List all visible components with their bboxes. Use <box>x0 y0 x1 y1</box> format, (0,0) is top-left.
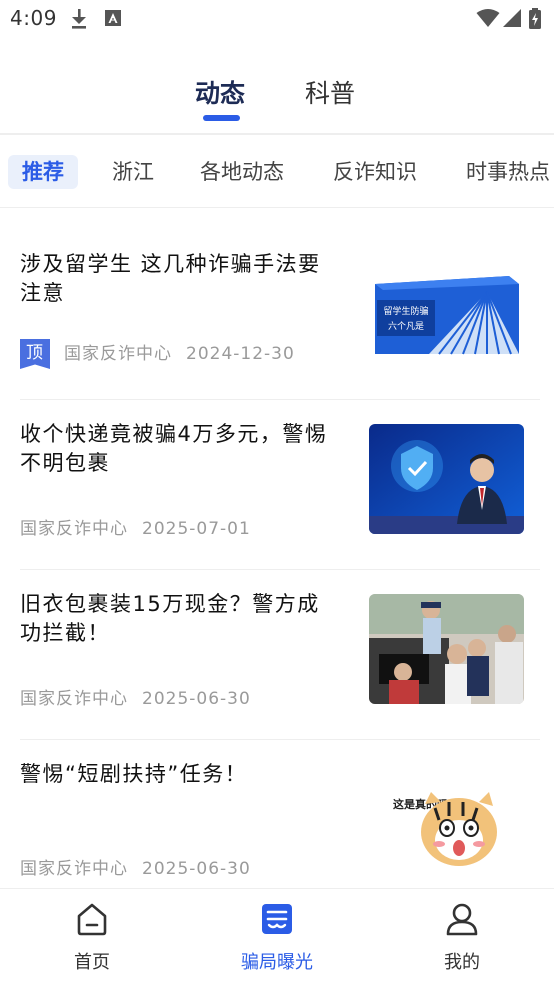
category-bar[interactable]: 推荐 浙江 各地动态 反诈知识 时事热点 <box>0 155 554 193</box>
status-bar: 4:09 <box>0 0 554 40</box>
profile-icon <box>446 903 478 936</box>
article-meta: 国家反诈中心 2025-06-30 <box>20 684 251 709</box>
article-item[interactable]: 涉及留学生 这几种诈骗手法要注意 顶国家反诈中心 2024-12-30 留学生防骗… <box>0 230 554 400</box>
header-divider <box>0 133 554 135</box>
article-source: 国家反诈中心 <box>64 344 172 364</box>
category-tuijian[interactable]: 推荐 <box>8 155 78 189</box>
article-item[interactable]: 旧衣包裹装15万现金？警方成功拦截！ 国家反诈中心 2025-06-30 <box>0 570 554 740</box>
news-anchor-image <box>369 424 524 534</box>
article-item[interactable]: 警惕“短剧扶持”任务！ 国家反诈中心 2025-06-30 这是真的吗 <box>0 740 554 910</box>
download-icon <box>72 9 86 29</box>
category-gedi-dongtai[interactable]: 各地动态 <box>200 155 284 189</box>
article-date: 2024-12-30 <box>186 344 295 364</box>
bottom-nav: 首页 骗局曝光 我的 <box>0 888 554 984</box>
article-date: 2025-06-30 <box>142 859 251 879</box>
article-title: 涉及留学生 这几种诈骗手法要注意 <box>20 252 321 305</box>
pin-badge: 顶 <box>20 339 50 369</box>
article-thumbnail <box>369 594 524 704</box>
article-meta: 顶国家反诈中心 2024-12-30 <box>20 339 295 369</box>
thumbnail-caption-2: 六个凡是 <box>388 320 424 332</box>
article-title: 警惕“短剧扶持”任务！ <box>20 762 248 786</box>
battery-icon <box>529 8 541 29</box>
nav-home-label: 首页 <box>74 952 110 973</box>
article-title: 收个快递竟被骗4万多元，警惕不明包裹 <box>20 422 328 475</box>
article-date: 2025-06-30 <box>142 689 251 709</box>
category-fanzha-zhishi[interactable]: 反诈知识 <box>333 155 417 189</box>
article-source: 国家反诈中心 <box>20 859 128 879</box>
tab-dongtai[interactable]: 动态 <box>195 74 245 110</box>
exposure-icon <box>262 904 292 934</box>
thumbnail-caption-1: 留学生防骗 <box>383 305 428 317</box>
police-scene-image <box>369 594 524 704</box>
status-time: 4:09 <box>10 6 57 30</box>
top-tab-bar: 动态 科普 <box>0 70 554 130</box>
article-title: 旧衣包裹装15万现金？警方成功拦截！ <box>20 592 320 645</box>
signal-icon <box>503 9 521 27</box>
article-thumbnail: 留学生防骗 六个凡是 <box>369 254 524 364</box>
nav-profile-label: 我的 <box>444 952 480 973</box>
building-image: 留学生防骗 六个凡是 <box>369 254 524 364</box>
category-divider <box>0 207 554 208</box>
nav-profile[interactable]: 我的 <box>402 901 522 981</box>
cartoon-tiger-image: 这是真的吗 <box>369 764 524 874</box>
article-thumbnail <box>369 424 524 534</box>
tab-kepu[interactable]: 科普 <box>305 74 355 110</box>
article-source: 国家反诈中心 <box>20 519 128 539</box>
article-thumbnail: 这是真的吗 <box>369 764 524 874</box>
a-icon <box>105 10 121 26</box>
nav-home[interactable]: 首页 <box>32 901 152 981</box>
nav-exposure-label: 骗局曝光 <box>241 952 313 973</box>
nav-exposure[interactable]: 骗局曝光 <box>217 901 337 981</box>
category-shishi-redian[interactable]: 时事热点 <box>466 155 550 189</box>
category-zhejiang[interactable]: 浙江 <box>112 155 154 189</box>
active-tab-indicator <box>203 115 240 121</box>
article-meta: 国家反诈中心 2025-07-01 <box>20 514 251 539</box>
article-item[interactable]: 收个快递竟被骗4万多元，警惕不明包裹 国家反诈中心 2025-07-01 <box>0 400 554 570</box>
wifi-icon <box>476 9 500 27</box>
article-source: 国家反诈中心 <box>20 689 128 709</box>
article-meta: 国家反诈中心 2025-06-30 <box>20 854 251 879</box>
article-date: 2025-07-01 <box>142 519 251 539</box>
home-icon <box>77 903 107 936</box>
